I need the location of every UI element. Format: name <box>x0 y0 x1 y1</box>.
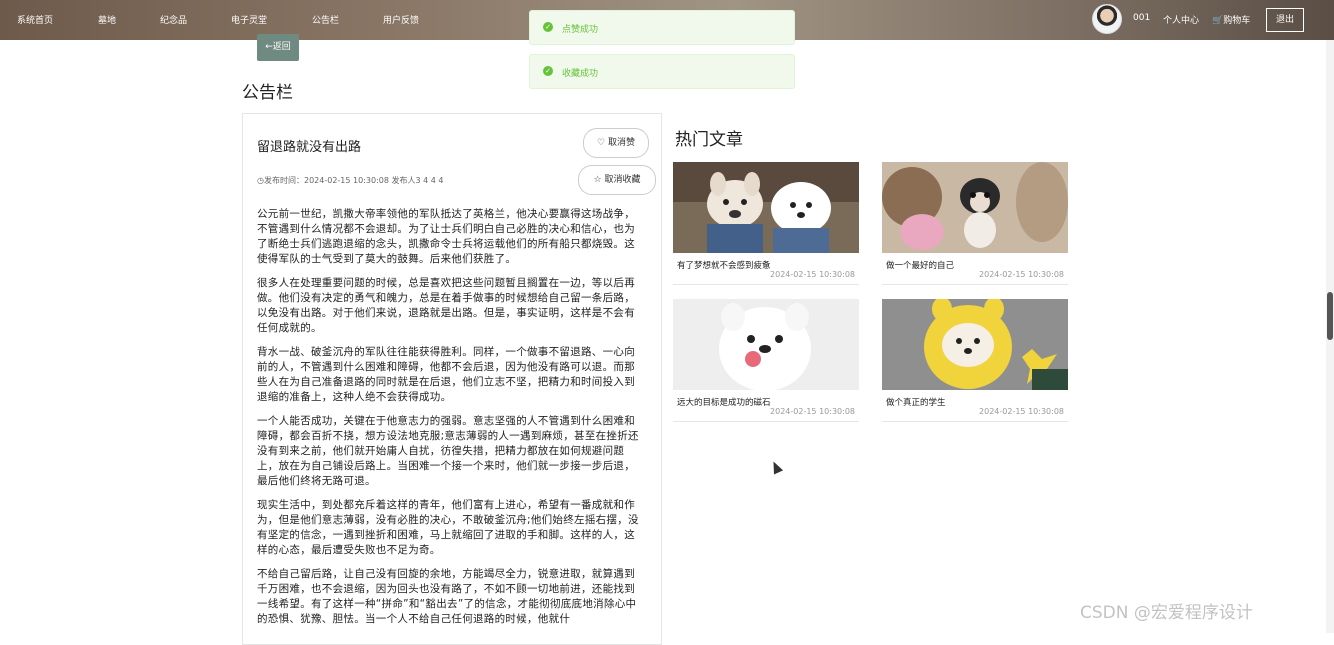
star-icon: ☆ <box>593 175 602 185</box>
article-thumbnail <box>673 299 859 390</box>
watermark: CSDN @宏爱程序设计 <box>1080 603 1253 623</box>
logout-button[interactable]: 退出 <box>1266 8 1304 32</box>
article-caption: 做一个最好的自己 <box>886 261 955 271</box>
article-paragraph: 一个人能否成功，关键在于他意志力的强弱。意志坚强的人不管遇到什么困难和障碍，都会… <box>257 415 639 487</box>
article-card: 留退路就没有出路 ♡ 取消赞 ☆ 取消收藏 ◷发布时间：2024-02-15 1… <box>242 113 662 645</box>
hot-article-item[interactable]: 做一个最好的自己 2024-02-15 10:30:08 <box>882 162 1068 285</box>
mouse-cursor-icon <box>768 459 784 475</box>
success-check-icon: ✓ <box>543 22 553 32</box>
article-body: 公元前一世纪，凯撒大帝率领他的军队抵达了英格兰，他决心要赢得这场战争，不管遇到什… <box>257 207 639 636</box>
clock-icon: ◷ <box>257 176 264 185</box>
article-caption: 有了梦想就不会感到疲惫 <box>677 261 771 271</box>
scrollbar-thumb[interactable] <box>1327 292 1333 340</box>
article-paragraph: 不给自己留后路，让自己没有回旋的余地，方能竭尽全力，锐意进取，就算遇到千万困难，… <box>257 568 637 625</box>
unfavorite-button[interactable]: ☆ 取消收藏 <box>578 165 656 195</box>
avatar[interactable] <box>1092 4 1122 34</box>
toast-text: 收藏成功 <box>562 69 599 79</box>
article-date: 2024-02-15 10:30:08 <box>979 407 1064 416</box>
article-meta-text: 发布时间：2024-02-15 10:30:08 发布人3 4 4 4 <box>263 176 444 185</box>
hot-articles-title: 热门文章 <box>675 130 743 150</box>
cart-icon: 🛒 <box>1212 16 1224 26</box>
article-caption: 远大的目标是成功的磁石 <box>677 398 771 408</box>
heart-icon: ♡ <box>597 138 606 148</box>
back-button[interactable]: ←返回 <box>257 34 299 61</box>
article-title: 留退路就没有出路 <box>257 140 362 155</box>
hot-article-item[interactable]: 远大的目标是成功的磁石 2024-02-15 10:30:08 <box>673 299 859 422</box>
success-check-icon: ✓ <box>543 66 553 76</box>
article-paragraph: 很多人在处理重要问题的时候，总是喜欢把这些问题暂且搁置在一边，等以后再做。他们没… <box>257 277 635 334</box>
article-caption: 做个真正的学生 <box>886 398 946 408</box>
unlike-label: 取消赞 <box>607 138 635 148</box>
nav-memorial-hall[interactable]: 电子灵堂 <box>231 13 267 26</box>
user-center-link[interactable]: 个人中心 <box>1163 13 1199 26</box>
nav-souvenir[interactable]: 纪念品 <box>160 13 187 26</box>
article-date: 2024-02-15 10:30:08 <box>770 270 855 279</box>
nav-bulletin[interactable]: 公告栏 <box>312 13 339 26</box>
hot-article-item[interactable]: 有了梦想就不会感到疲惫 2024-02-15 10:30:08 <box>673 162 859 285</box>
article-date: 2024-02-15 10:30:08 <box>770 407 855 416</box>
article-meta: ◷发布时间：2024-02-15 10:30:08 发布人3 4 4 4 <box>257 175 443 186</box>
nav-cemetery[interactable]: 墓地 <box>98 13 116 26</box>
article-date: 2024-02-15 10:30:08 <box>979 270 1064 279</box>
article-thumbnail <box>882 299 1068 390</box>
toast-fav-success: ✓ 收藏成功 <box>529 54 795 89</box>
toast-text: 点赞成功 <box>562 25 599 35</box>
unfav-label: 取消收藏 <box>604 175 641 185</box>
unlike-button[interactable]: ♡ 取消赞 <box>583 128 649 158</box>
nav-home[interactable]: 系统首页 <box>17 13 53 26</box>
cart-link[interactable]: 🛒购物车 <box>1212 13 1250 26</box>
page-title: 公告栏 <box>242 83 293 103</box>
article-paragraph: 背水一战、破釜沉舟的军队往往能获得胜利。同样，一个做事不留退路、一心向前的人，不… <box>257 346 635 403</box>
hot-article-item[interactable]: 做个真正的学生 2024-02-15 10:30:08 <box>882 299 1068 422</box>
user-id: 001 <box>1133 13 1151 23</box>
toast-like-success: ✓ 点赞成功 <box>529 10 795 45</box>
article-thumbnail <box>882 162 1068 253</box>
article-thumbnail <box>673 162 859 253</box>
nav-feedback[interactable]: 用户反馈 <box>383 13 419 26</box>
article-paragraph: 现实生活中，到处都充斥着这样的青年，他们富有上进心，希望有一番成就和作为，但是他… <box>257 499 639 556</box>
article-paragraph: 公元前一世纪，凯撒大帝率领他的军队抵达了英格兰，他决心要赢得这场战争，不管遇到什… <box>257 208 635 265</box>
cart-label: 购物车 <box>1223 16 1251 26</box>
